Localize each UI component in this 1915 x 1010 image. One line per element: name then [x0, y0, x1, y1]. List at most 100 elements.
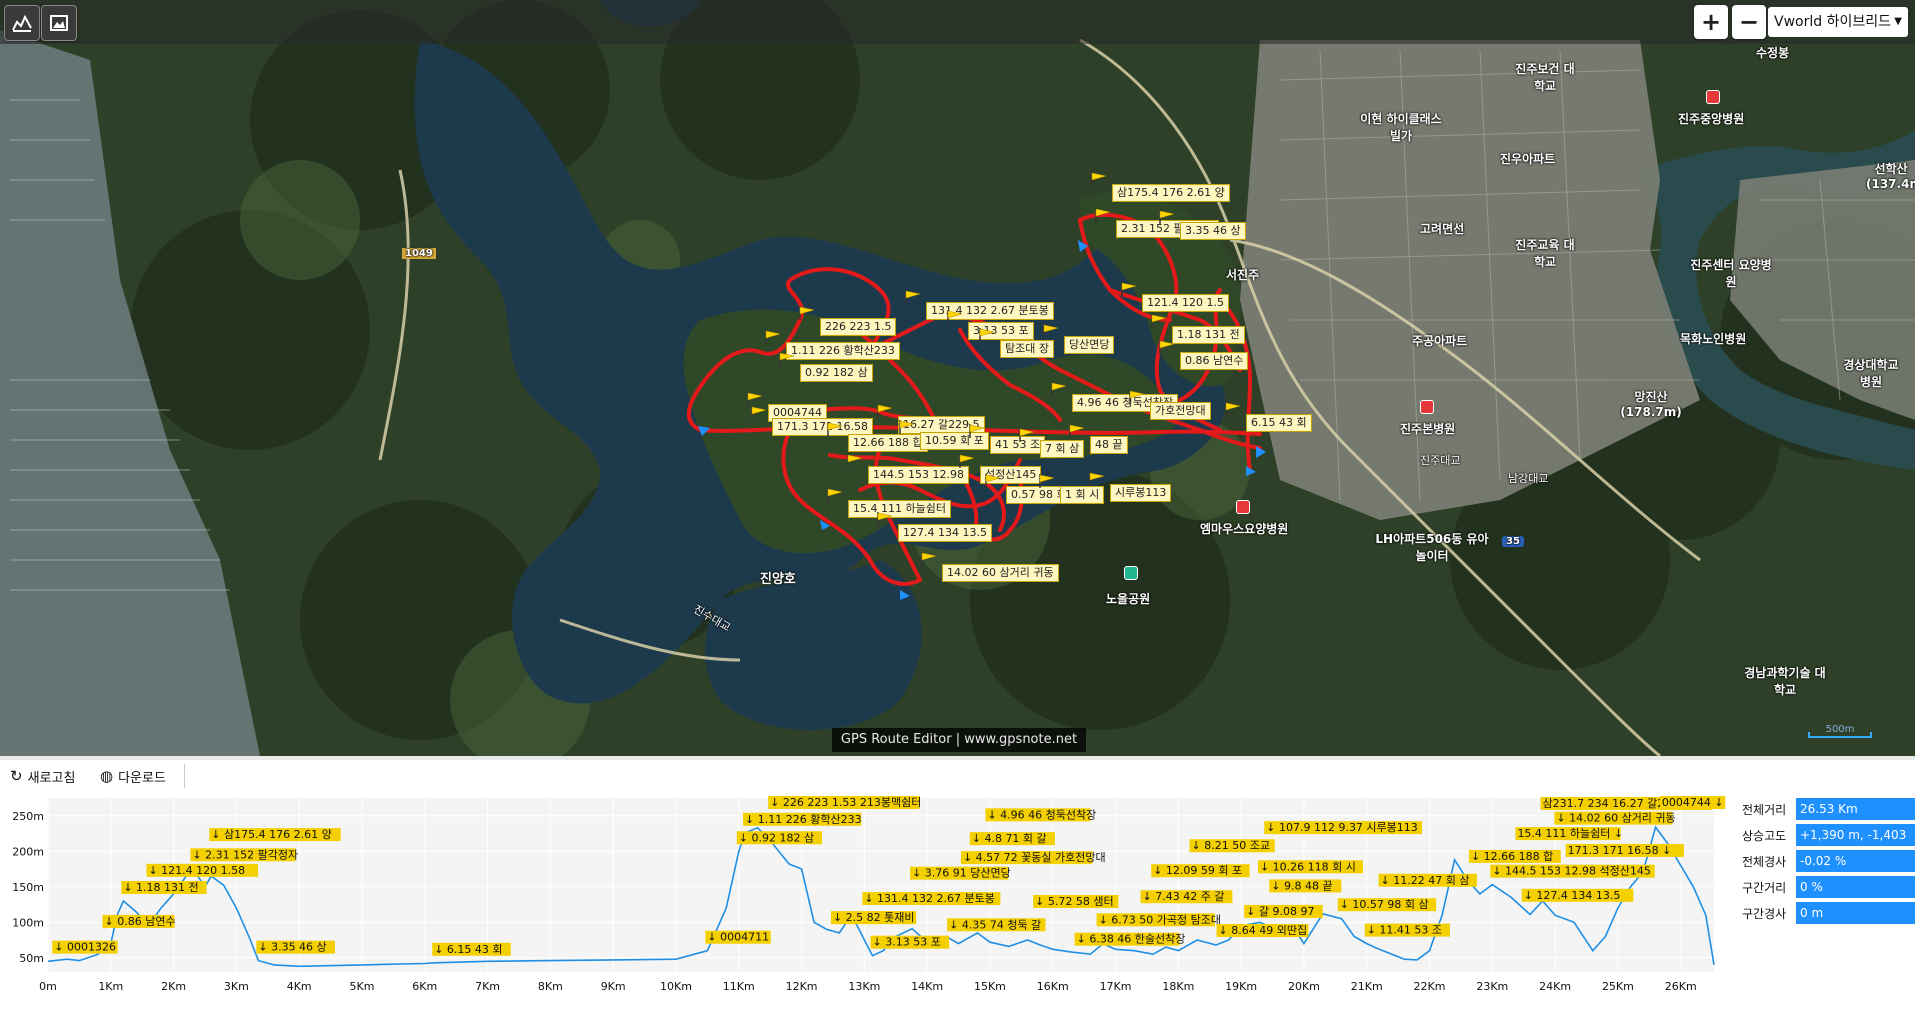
route-waypoint-label[interactable]: 0.86 남연수 [1180, 352, 1249, 370]
place-label-jinju-center: 진주센터 요양병원 [1690, 258, 1772, 289]
flag-icon [1095, 208, 1111, 222]
profile-annotation: ↓ 1.11 226 황학산233 [743, 812, 862, 826]
profile-annotation: ↓ 121.4 120 1.58 [146, 863, 259, 877]
map-top-bar: + − Vworld 하이브리드 ▼ [0, 0, 1915, 44]
route-waypoint-label[interactable]: 당산면당 [1064, 336, 1115, 354]
profile-annotation: ↓ 11.22 47 회 삼 [1378, 873, 1477, 887]
route-waypoint-label[interactable]: 6.15 43 회 [1246, 414, 1312, 432]
route-waypoint-label[interactable]: 1.18 131 전 [1172, 326, 1245, 344]
place-label-jinju-bridge: 진주대교 [1420, 454, 1461, 467]
annotation-text: ↓ 4.8 71 회 갈 [972, 831, 1047, 845]
annotation-text: ↓ 3.35 46 상 [258, 941, 326, 954]
elevation-profile-chart[interactable]: 50m 100m 150m 200m 250m 0m 1Km 2Km 3Km 4Km 5Km 6Km 7… [0, 792, 1728, 1010]
route-waypoint-label[interactable]: 144.5 153 12.98 [868, 466, 969, 484]
flag-icon [1159, 210, 1175, 224]
annotation-text: 0004744 ↓ [1662, 796, 1724, 809]
route-waypoint-label[interactable]: 14.02 60 삼거리 귀동 [942, 564, 1059, 582]
annotation-text: ↓ 3.13 53 포 [873, 936, 941, 949]
profile-annotation: ↓ 3.35 46 상 [256, 940, 335, 954]
place-label-gyeongnam: 경남과학기술 대학교 [1744, 666, 1826, 697]
map-layer-select[interactable]: Vworld 하이브리드 ▼ [1768, 7, 1908, 37]
profile-annotation: ↓ 127.4 134 13.5 [1521, 888, 1634, 902]
profile-annotation: ↓ 10.57 98 회 삼 [1337, 898, 1437, 912]
flag-icon [921, 552, 937, 566]
profile-annotation: ↓ 4.96 46 청둑선착장 [985, 808, 1096, 822]
stat-segment-slope: 구간경사 0 m [1728, 902, 1915, 924]
x-tick-label: 22Km [1414, 980, 1446, 993]
zoom-in-button[interactable]: + [1694, 5, 1728, 39]
profile-annotation: ↓ 6.15 43 회 [432, 942, 511, 956]
route-waypoint-label[interactable]: 15.4 111 하늘쉼터 [848, 500, 951, 518]
route-waypoint-label[interactable]: 삼175.4 176 2.61 양 [1112, 184, 1230, 202]
y-tick-label: 200m [12, 845, 44, 858]
route-waypoint-label[interactable]: 121.4 120 1.5 [1142, 294, 1229, 312]
zoom-out-label: − [1738, 8, 1760, 36]
flag-icon [959, 454, 975, 468]
stat-value: +1,390 m, -1,403 m [1796, 824, 1915, 864]
annotation-text: ↓ 0001326 [54, 941, 116, 954]
annotation-text: ↓ 6.38 46 한술선착장 [1077, 933, 1186, 946]
map-view[interactable]: + − Vworld 하이브리드 ▼ 진양호 노을공원 엠마우스요양병원 LH아파… [0, 0, 1915, 756]
refresh-icon: ↻ [10, 767, 23, 785]
x-tick-label: 21Km [1351, 980, 1383, 993]
area-chart-icon [12, 14, 32, 32]
profile-annotation: ↓ 10.26 118 회 시 [1257, 860, 1363, 874]
annotation-text: ↓ 1.11 226 황학산233 [745, 813, 862, 826]
place-label-sujeong: 수정봉 [1756, 46, 1790, 60]
x-tick-label: 3Km [224, 980, 249, 993]
scale-line [1808, 732, 1872, 738]
zoom-out-button[interactable]: − [1732, 5, 1766, 39]
route-waypoint-label[interactable]: 12.66 188 합 [848, 434, 928, 452]
x-tick-label: 16Km [1037, 980, 1069, 993]
route-waypoint-label[interactable]: 127.4 134 13.5 [898, 524, 992, 542]
route-waypoint-label[interactable]: 1 회 시 [1060, 486, 1105, 504]
flag-icon [969, 424, 985, 438]
annotation-text: 171.3 171 16.58 ↓ [1568, 844, 1672, 857]
x-tick-label: 18Km [1162, 980, 1194, 993]
route-waypoint-label[interactable]: 226 223 1.5 [820, 318, 897, 336]
route-waypoint-label[interactable]: 1.11 226 황학산233 [786, 342, 900, 360]
y-tick-label: 50m [19, 952, 44, 965]
annotation-text: ↓ 3.76 91 당산면당 [912, 867, 1011, 880]
route-waypoint-label[interactable]: 48 끝 [1090, 436, 1128, 454]
annotation-text: ↓ 10.57 98 회 삼 [1340, 898, 1429, 911]
annotation-text: ↓ 11.22 47 회 삼 [1381, 874, 1470, 887]
download-label: 다운로드 [118, 770, 166, 786]
stat-value: 26.53 Km [1796, 798, 1915, 820]
route-waypoint-label[interactable]: 7 회 삼 [1040, 440, 1085, 458]
download-button[interactable]: ◍ 다운로드 [100, 766, 166, 786]
route-waypoint-label[interactable]: 시루봉113 [1110, 484, 1172, 502]
park-icon [1124, 566, 1138, 580]
flag-icon [827, 488, 843, 502]
profile-annotation: ↓ 0.92 182 삼 [736, 831, 822, 845]
image-export-button[interactable] [41, 5, 77, 41]
profile-annotation: ↓ 6.38 46 한술선착장 [1074, 932, 1186, 946]
route-waypoint-label[interactable]: 3.35 46 상 [1180, 222, 1246, 240]
flag-icon [1159, 340, 1175, 354]
route-waypoint-label[interactable]: 0.92 182 삼 [800, 364, 873, 382]
profile-annotation: ↓ 4.8 71 회 갈 [969, 831, 1055, 846]
place-label-goryeo: 고려면선 [1420, 222, 1465, 236]
globe-icon: ◍ [100, 767, 114, 785]
profile-annotation: ↓ 4.35 74 청둑 갈 [947, 917, 1046, 932]
place-label-lh: LH아파트506동 유아놀이터 [1375, 532, 1489, 563]
annotation-text: ↓ 12.66 188 합 [1471, 850, 1553, 863]
place-label-jinwoo: 진우아파트 [1500, 152, 1556, 166]
refresh-button[interactable]: ↻ 새로고침 [10, 766, 75, 786]
satellite-map[interactable] [0, 0, 1915, 756]
x-tick-label: 23Km [1476, 980, 1508, 993]
annotation-text: ↓ 144.5 153 12.98 석정산145 [1492, 865, 1651, 878]
annotation-text: ↓ 5.72 58 샘터 [1035, 895, 1113, 908]
road-sign-1049: 1049 [402, 248, 436, 259]
x-tick-label: 19Km [1225, 980, 1257, 993]
route-waypoint-label[interactable]: 가호전망대 [1150, 402, 1211, 420]
elevation-chart-toggle-button[interactable] [4, 5, 40, 41]
y-tick-label: 250m [12, 810, 44, 823]
x-tick-label: 17Km [1100, 980, 1132, 993]
refresh-label: 새로고침 [27, 770, 76, 786]
profile-annotation: ↓ 5.72 58 샘터 [1033, 895, 1119, 909]
flag-icon [827, 422, 843, 436]
hospital-icon [1706, 90, 1720, 104]
flag-icon [1129, 390, 1145, 404]
route-waypoint-label[interactable]: 탐조대 장 [1000, 340, 1054, 358]
